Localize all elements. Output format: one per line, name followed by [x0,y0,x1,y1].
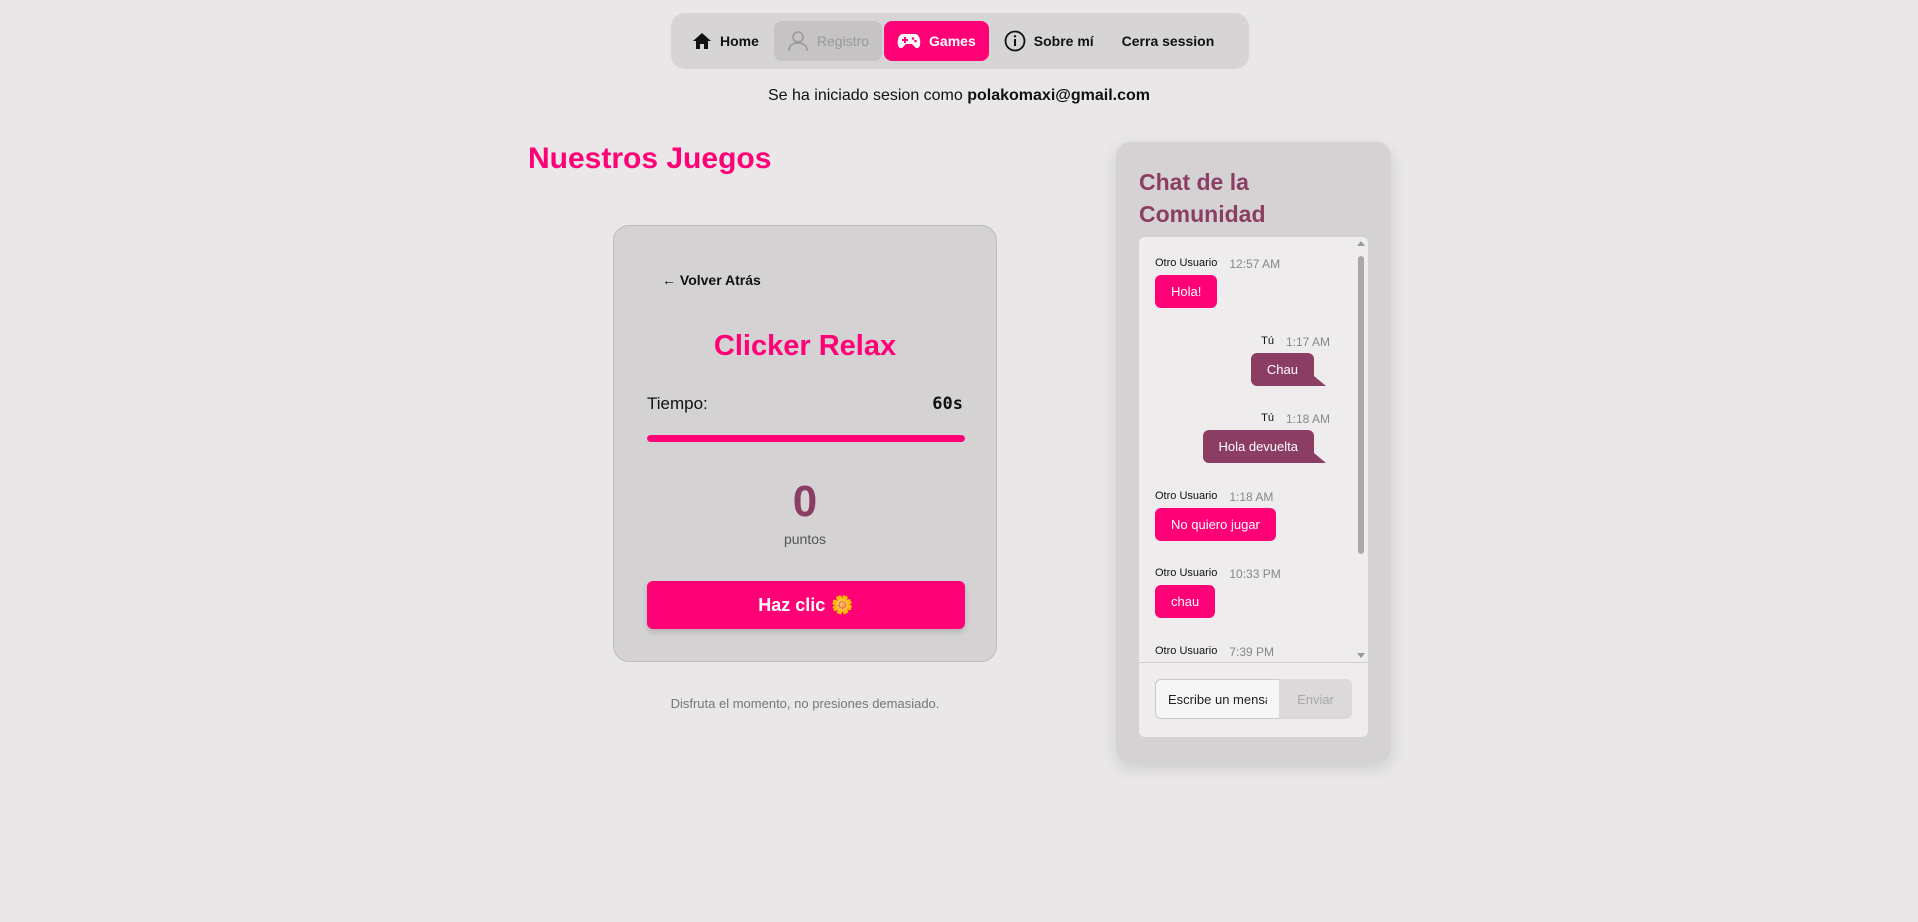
back-link[interactable]: ← Volver Atrás [662,272,761,288]
game-title: Clicker Relax [713,330,897,362]
session-info: Se ha iniciado sesion como polakomaxi@gm… [0,87,1918,105]
nav-logout-label: Cerra session [1121,33,1215,49]
nav-registro[interactable]: Registro [773,21,883,61]
nav-logout[interactable]: Cerra session [1109,21,1228,61]
nav-home-label: Home [720,33,759,49]
scroll-up-arrow-icon[interactable] [1357,241,1365,246]
nav-sobre-mi-label: Sobre mí [1033,33,1094,49]
score-value: 0 [792,477,818,526]
click-button[interactable]: Haz clic 🌼 [647,581,965,629]
chat-input-area: Enviar [1139,662,1368,737]
message-bubble: Chau [1250,353,1327,386]
info-icon [1004,30,1026,52]
nav-sobre-mi[interactable]: Sobre mí [991,21,1107,61]
message-author: Tú [1261,412,1274,424]
home-icon [692,31,712,51]
chat-message: Otro Usuario 7:39 PM [1139,645,1354,662]
message-time: 7:39 PM [1229,645,1275,659]
message-author: Otro Usuario [1155,567,1218,579]
game-tagline: Disfruta el momento, no presiones demasi… [670,696,940,711]
time-label: Tiempo: [647,394,708,413]
top-nav: Home Registro Games Sobre mí Cerra sessi… [671,13,1249,69]
message-input[interactable] [1155,679,1279,719]
time-row: Tiempo: 60s [647,394,963,414]
score-label: puntos [783,531,827,547]
session-email: polakomaxi@gmail.com [967,87,1150,104]
user-icon [787,30,809,52]
chat-panel: Chat de la Comunidad Otro Usuario 12:57 A… [1116,142,1391,762]
message-time: 1:18 AM [1285,412,1330,426]
message-bubble: Hola! [1155,275,1218,308]
message-time: 12:57 AM [1229,257,1281,271]
chat-box: Otro Usuario 12:57 AM Hola! Tú 1:17 AM Cha… [1139,237,1368,737]
chat-title: Chat de la Comunidad [1139,169,1266,227]
session-prefix: Se ha iniciado sesion como [768,87,963,104]
message-time: 1:17 AM [1285,335,1330,349]
chat-scrollbar[interactable] [1356,241,1366,658]
flower-icon: 🌼 [831,594,854,615]
message-time: 1:18 AM [1229,490,1274,504]
message-author: Tú [1261,335,1274,347]
message-time: 10:33 PM [1229,567,1281,581]
chat-message: Otro Usuario 1:18 AM No quiero jugar [1139,490,1354,541]
time-value: 60s [932,394,963,414]
chat-message: Otro Usuario 10:33 PM chau [1139,567,1354,618]
chat-message: Otro Usuario 12:57 AM Hola! [1139,257,1354,308]
message-bubble: chau [1155,585,1216,618]
message-author: Otro Usuario [1155,645,1218,657]
page-title: Nuestros Juegos [528,142,772,175]
nav-games[interactable]: Games [884,21,989,61]
chat-message: Tú 1:18 AM Hola devuelta [1139,412,1354,463]
chat-message: Tú 1:17 AM Chau [1139,335,1354,386]
nav-home[interactable]: Home [679,21,772,61]
message-list[interactable]: Otro Usuario 12:57 AM Hola! Tú 1:17 AM Cha… [1139,237,1368,662]
message-author: Otro Usuario [1155,257,1218,269]
send-button[interactable]: Enviar [1279,679,1352,719]
scroll-thumb[interactable] [1358,256,1364,554]
click-button-label: Haz clic [758,594,826,615]
message-bubble: No quiero jugar [1155,508,1276,541]
scroll-down-arrow-icon[interactable] [1357,653,1365,658]
time-progress-bar [647,435,965,442]
message-author: Otro Usuario [1155,490,1218,502]
nav-registro-label: Registro [816,33,870,49]
nav-games-label: Games [929,33,976,49]
gamepad-icon [897,32,921,50]
game-card: ← Volver Atrás Clicker Relax Tiempo: 60s… [613,225,997,662]
time-progress-fill [647,435,965,442]
message-bubble: Hola devuelta [1202,430,1326,463]
